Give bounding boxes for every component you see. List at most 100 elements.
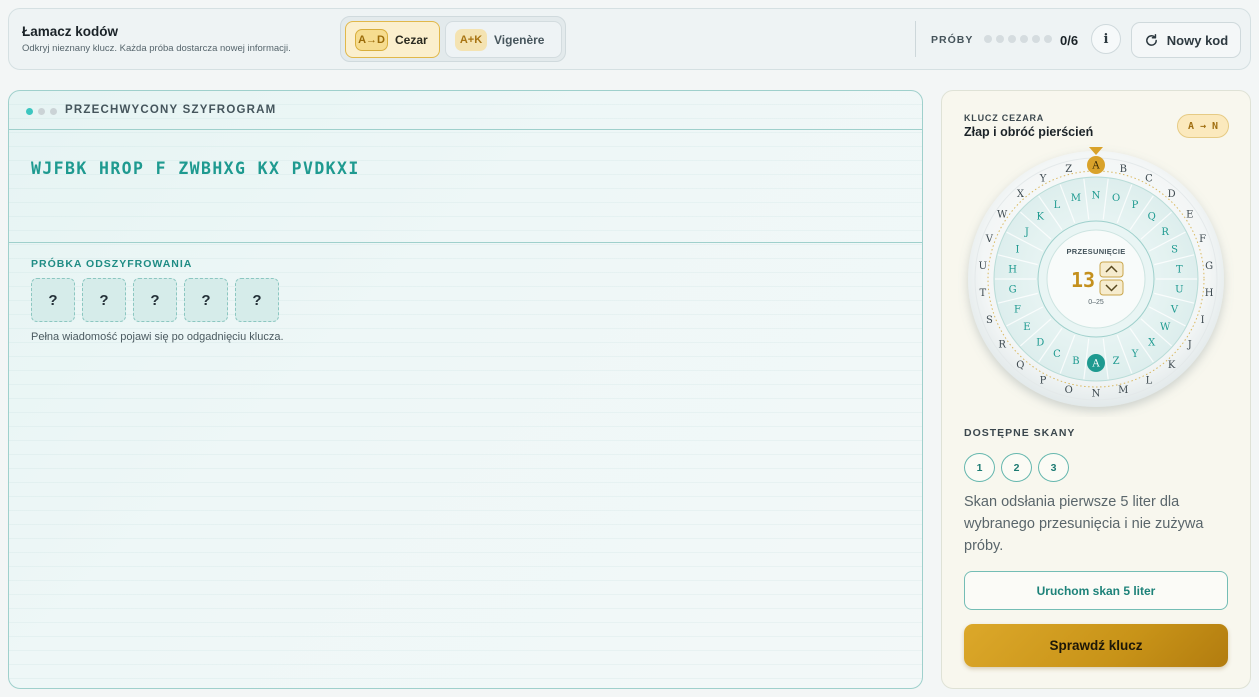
outer-letter: E bbox=[1186, 210, 1193, 221]
try-dot bbox=[984, 35, 992, 43]
outer-letter: Q bbox=[1016, 360, 1024, 371]
try-dot bbox=[996, 35, 1004, 43]
inner-letter: R bbox=[1161, 227, 1169, 238]
inner-letter: Q bbox=[1148, 212, 1156, 223]
outer-letter: I bbox=[1201, 315, 1205, 326]
mode-switch: A→D Cezar A+K Vigenère bbox=[340, 16, 566, 62]
inner-letter: K bbox=[1037, 212, 1045, 223]
outer-letter: O bbox=[1065, 385, 1073, 396]
inner-letter: L bbox=[1054, 200, 1061, 211]
outer-letter: W bbox=[997, 210, 1008, 221]
outer-letter: L bbox=[1146, 375, 1153, 386]
inner-letter: W bbox=[1160, 322, 1171, 333]
vigenere-mode-icon: A+K bbox=[455, 28, 487, 51]
scan-chip[interactable]: 1 bbox=[964, 453, 995, 482]
inner-letter: U bbox=[1175, 285, 1183, 296]
header-divider bbox=[915, 21, 916, 57]
mode-caesar-button[interactable]: A→D Cezar bbox=[345, 21, 440, 58]
sample-tile: ? bbox=[235, 278, 279, 322]
try-dot bbox=[1020, 35, 1028, 43]
decryption-sample-note: Pełna wiadomość pojawi się po odgadnięci… bbox=[31, 331, 284, 343]
app-title: Łamacz kodów bbox=[22, 24, 119, 39]
shift-value: 13 bbox=[1071, 268, 1095, 292]
outer-letter: P bbox=[1040, 375, 1047, 386]
shift-up-button[interactable] bbox=[1099, 261, 1124, 278]
sample-tile: ? bbox=[133, 278, 177, 322]
mode-caesar-label: Cezar bbox=[395, 32, 428, 47]
inner-letter: T bbox=[1176, 264, 1183, 275]
try-dot bbox=[1008, 35, 1016, 43]
scan-chip[interactable]: 2 bbox=[1001, 453, 1032, 482]
outer-letter: Y bbox=[1039, 174, 1047, 185]
outer-letter: B bbox=[1120, 164, 1127, 175]
outer-letter: N bbox=[1092, 389, 1101, 400]
inner-letter: V bbox=[1170, 304, 1179, 315]
mode-vigenere-button[interactable]: A+K Vigenère bbox=[445, 21, 562, 58]
mode-vigenere-label: Vigenère bbox=[494, 32, 545, 47]
caesar-wheel[interactable]: A BCDEFGHIJKLMNOPQRSTUVWXYZ N OPQRSTUVWXYZ… bbox=[958, 141, 1234, 417]
outer-letter: C bbox=[1145, 174, 1153, 185]
scan-chip[interactable]: 3 bbox=[1038, 453, 1069, 482]
run-scan-button[interactable]: Uruchom skan 5 liter bbox=[964, 571, 1228, 610]
try-dot bbox=[1032, 35, 1040, 43]
outer-letter: X bbox=[1017, 189, 1025, 200]
inner-letter: I bbox=[1015, 245, 1019, 256]
inner-letter: Y bbox=[1131, 349, 1139, 360]
inner-letter: D bbox=[1036, 337, 1044, 348]
inner-letter: A bbox=[1091, 359, 1100, 370]
outer-letter: K bbox=[1168, 360, 1176, 371]
inner-letter: O bbox=[1112, 193, 1120, 204]
shift-label: PRZESUNIĘCIE bbox=[1066, 247, 1125, 256]
inner-letter: H bbox=[1008, 264, 1017, 275]
cipher-panel-title: PRZECHWYCONY SZYFROGRAM bbox=[65, 104, 277, 116]
available-scans-label: DOSTĘPNE SKANY bbox=[964, 427, 1076, 439]
scan-chips: 1 2 3 bbox=[964, 453, 1069, 482]
refresh-icon bbox=[1145, 33, 1157, 46]
decryption-sample-tiles: ? ? ? ? ? bbox=[31, 278, 279, 322]
cipher-panel: PRZECHWYCONY SZYFROGRAM WJFBK HROP F ZWB… bbox=[8, 90, 923, 689]
new-code-label: Nowy kod bbox=[1166, 32, 1229, 48]
inner-letter: S bbox=[1171, 245, 1178, 256]
shift-range: 0–25 bbox=[1088, 299, 1104, 306]
shift-down-button[interactable] bbox=[1099, 279, 1124, 296]
sample-tile: ? bbox=[31, 278, 75, 322]
window-dots bbox=[26, 108, 57, 115]
section-divider bbox=[9, 242, 922, 243]
tries-dots bbox=[984, 35, 1052, 43]
app-subtitle: Odkryj nieznany klucz. Każda próba dosta… bbox=[22, 43, 291, 54]
outer-letter: J bbox=[1187, 339, 1192, 350]
inner-letter: X bbox=[1148, 337, 1156, 348]
inner-letter: C bbox=[1053, 349, 1061, 360]
center-disc bbox=[1046, 229, 1146, 329]
inner-letter: B bbox=[1072, 356, 1079, 367]
try-dot bbox=[1044, 35, 1052, 43]
check-key-button[interactable]: Sprawdź klucz bbox=[964, 624, 1228, 667]
key-panel: KLUCZ CEZARA Złap i obróć pierścień A → … bbox=[941, 90, 1251, 689]
scan-description: Skan odsłania pierwsze 5 liter dla wybra… bbox=[964, 494, 1204, 554]
inner-letter: M bbox=[1071, 193, 1081, 204]
outer-letter: S bbox=[986, 315, 993, 326]
caesar-mode-icon: A→D bbox=[355, 28, 388, 51]
inner-letter: G bbox=[1009, 285, 1017, 296]
inner-letter: F bbox=[1014, 304, 1021, 315]
outer-letter: T bbox=[979, 288, 986, 299]
decryption-sample-label: PRÓBKA ODSZYFROWANIA bbox=[31, 258, 193, 270]
inner-letter: J bbox=[1024, 227, 1029, 238]
inner-letter: Z bbox=[1113, 356, 1120, 367]
info-button[interactable]: i bbox=[1091, 24, 1121, 54]
new-code-button[interactable]: Nowy kod bbox=[1131, 22, 1241, 58]
outer-letter: M bbox=[1118, 385, 1128, 396]
sample-tile: ? bbox=[82, 278, 126, 322]
cipher-panel-header: PRZECHWYCONY SZYFROGRAM bbox=[9, 91, 922, 130]
outer-letter: H bbox=[1205, 288, 1214, 299]
outer-letter: R bbox=[998, 339, 1006, 350]
outer-letter: A bbox=[1091, 161, 1100, 172]
tries-label: PRÓBY bbox=[931, 34, 974, 46]
inner-letter: P bbox=[1132, 200, 1139, 211]
outer-letter: F bbox=[1199, 234, 1206, 245]
key-title: Złap i obróć pierścień bbox=[964, 125, 1094, 139]
outer-letter: G bbox=[1205, 261, 1213, 272]
outer-letter: V bbox=[985, 234, 994, 245]
inner-letter: N bbox=[1092, 191, 1101, 202]
outer-letter: U bbox=[979, 261, 987, 272]
